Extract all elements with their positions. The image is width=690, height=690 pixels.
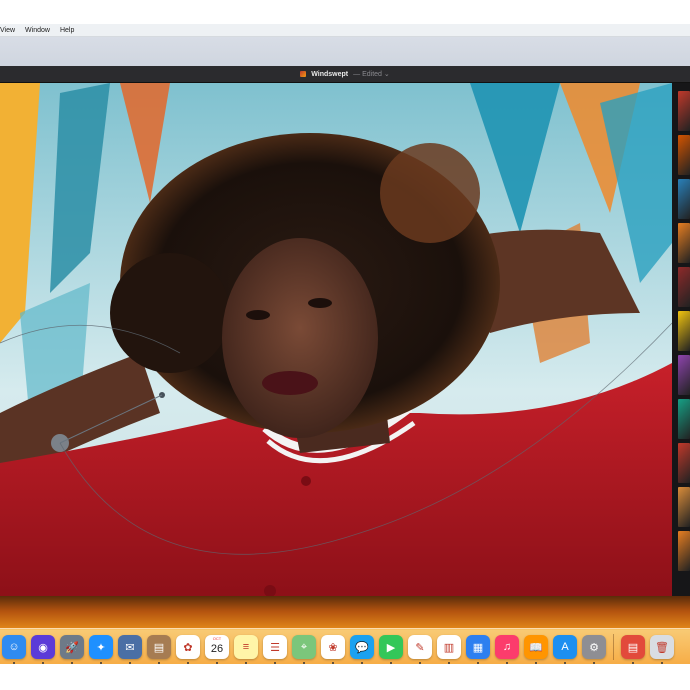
siri-glyph: ◉	[38, 641, 48, 654]
filmstrip-thumbnail[interactable]	[678, 135, 690, 175]
window-titlebar[interactable]: Windswept — Edited ⌄	[0, 66, 690, 83]
desk-reflection	[0, 596, 690, 630]
launchpad-icon[interactable]: 🚀	[60, 635, 84, 664]
filmstrip-thumbnail[interactable]	[678, 179, 690, 219]
photos-icon[interactable]: ✿	[176, 635, 200, 664]
facetime-glyph: ▶	[386, 641, 396, 654]
photo-booth-icon[interactable]: ❀	[321, 635, 345, 664]
app-window: Windswept — Edited ⌄	[0, 66, 690, 596]
desktop-wallpaper	[0, 37, 690, 67]
filmstrip-thumbnail[interactable]	[678, 487, 690, 527]
menu-help[interactable]: Help	[60, 27, 74, 34]
dock: ☺ ◉ 🚀 ✦ ✉ ▤ ✿ OCT 26 ≡ ☰ ⌖ ❀ 💬 ▶ ✎ ▥ ▦ ♫ 📖 A ⚙ ▤ 🗑	[0, 628, 690, 665]
finder-icon[interactable]: ☺	[2, 635, 26, 664]
itunes-icon[interactable]: ♫	[495, 635, 519, 664]
safari-icon[interactable]: ✦	[89, 635, 113, 664]
keynote-podium-icon[interactable]: ▦	[466, 635, 490, 664]
calendar-icon[interactable]: OCT 26	[205, 635, 229, 664]
filmstrip-thumbnail[interactable]	[678, 399, 690, 439]
mail-stamp-icon[interactable]: ✉	[118, 635, 142, 664]
system-preferences-icon[interactable]: ⚙	[582, 635, 606, 664]
filmstrip-thumbnail[interactable]	[678, 531, 690, 571]
menu-view[interactable]: View	[0, 27, 15, 34]
app-store-icon[interactable]: A	[553, 635, 577, 664]
menu-bar: View Window Help	[0, 24, 690, 37]
system-preferences-glyph: ⚙	[589, 641, 599, 654]
numbers-icon[interactable]: ▥	[437, 635, 461, 664]
reminders-glyph: ☰	[270, 641, 280, 654]
filmstrip-thumbnail[interactable]	[678, 311, 690, 351]
menu-window[interactable]: Window	[25, 27, 50, 34]
portrait-photo	[0, 83, 672, 596]
finder-glyph: ☺	[8, 641, 20, 653]
edited-status[interactable]: — Edited ⌄	[353, 70, 390, 78]
messages-glyph: 💬	[355, 641, 369, 654]
ibooks-icon[interactable]: 📖	[524, 635, 548, 664]
document-icon	[300, 71, 307, 77]
calendar-month: OCT	[212, 636, 222, 641]
filmstrip-thumbnail[interactable]	[678, 443, 690, 483]
notes-glyph: ≡	[242, 641, 250, 653]
filmstrip-thumbnail[interactable]	[678, 267, 690, 307]
trash-icon[interactable]: 🗑	[650, 635, 674, 664]
keynote-icon[interactable]: ✎	[408, 635, 432, 664]
launchpad-glyph: 🚀	[65, 641, 79, 654]
siri-icon[interactable]: ◉	[31, 635, 55, 664]
keynote-podium-glyph: ▦	[472, 641, 484, 654]
notes-folder-icon[interactable]: ▤	[147, 635, 171, 664]
itunes-glyph: ♫	[502, 641, 512, 653]
safari-glyph: ✦	[96, 641, 106, 654]
downloads-stack-glyph: ▤	[627, 641, 639, 654]
photo-booth-glyph: ❀	[328, 641, 338, 654]
photo-canvas[interactable]	[0, 83, 672, 596]
filmstrip[interactable]	[672, 83, 690, 596]
ibooks-glyph: 📖	[529, 641, 543, 654]
keynote-glyph: ✎	[415, 641, 425, 654]
maps-glyph: ⌖	[300, 640, 308, 653]
trash-glyph: 🗑	[655, 641, 669, 654]
app-store-glyph: A	[561, 641, 569, 653]
window-title: Windswept	[311, 70, 349, 78]
filmstrip-thumbnail[interactable]	[678, 223, 690, 263]
reminders-icon[interactable]: ☰	[263, 635, 287, 664]
facetime-icon[interactable]: ▶	[379, 635, 403, 664]
filmstrip-thumbnail[interactable]	[678, 355, 690, 395]
photos-glyph: ✿	[183, 641, 193, 654]
numbers-glyph: ▥	[443, 641, 455, 654]
dock-separator	[613, 634, 614, 660]
downloads-stack-icon[interactable]: ▤	[621, 635, 645, 664]
page-background	[0, 664, 690, 690]
notes-icon[interactable]: ≡	[234, 635, 258, 664]
notes-folder-glyph: ▤	[153, 641, 165, 654]
calendar-day: 26	[210, 643, 224, 655]
filmstrip-thumbnail[interactable]	[678, 91, 690, 131]
maps-icon[interactable]: ⌖	[292, 635, 316, 664]
mail-stamp-glyph: ✉	[125, 641, 135, 654]
messages-icon[interactable]: 💬	[350, 635, 374, 664]
